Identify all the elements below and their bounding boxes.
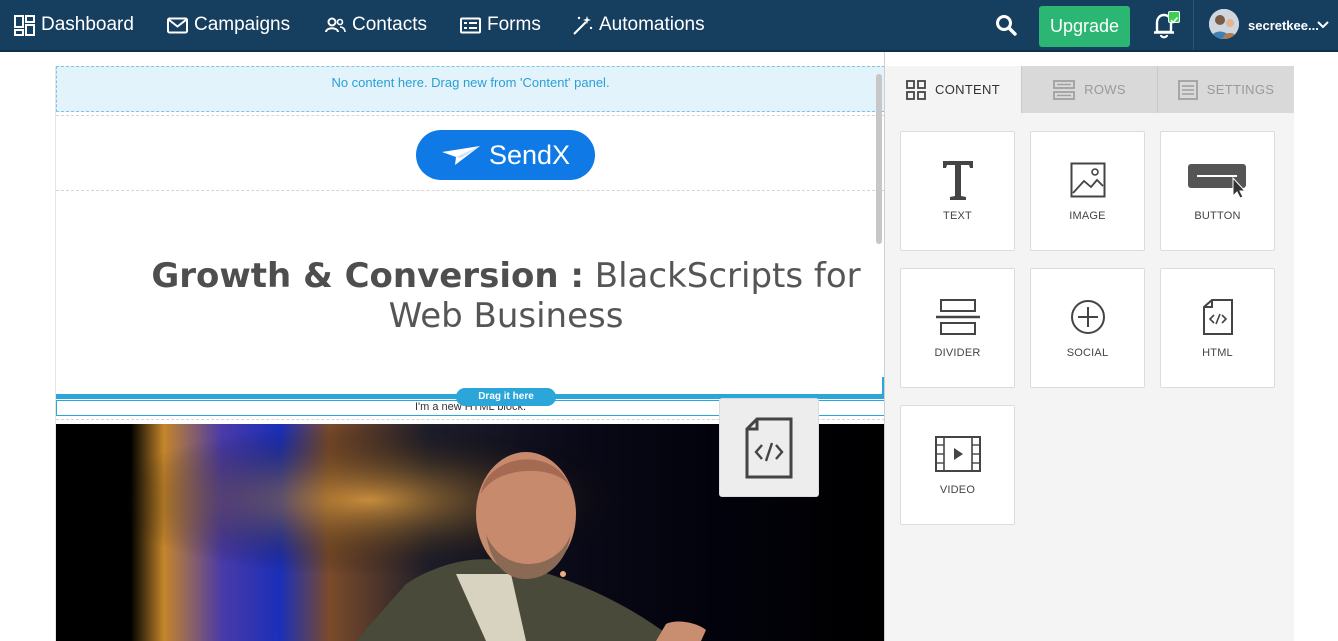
settings-list-icon — [1177, 79, 1198, 100]
html-file-icon — [1202, 299, 1233, 335]
nav-campaigns-label: Campaigns — [194, 14, 291, 35]
upgrade-button[interactable]: Upgrade — [1039, 6, 1130, 47]
tile-label: TEXT — [943, 210, 972, 222]
content-panel: CONTENT ROWS SETTINGS TEXT IMAGE BUTTON … — [885, 66, 1294, 641]
tile-label: VIDEO — [939, 484, 976, 496]
content-tile-html[interactable]: HTML — [1160, 268, 1275, 388]
panel-tabs: CONTENT ROWS SETTINGS — [885, 66, 1294, 113]
users-icon — [325, 17, 346, 32]
tile-label: HTML — [1202, 347, 1233, 359]
canvas-scrollbar[interactable] — [876, 74, 882, 244]
top-navbar: Dashboard Campaigns Contacts Forms Autom… — [0, 0, 1338, 52]
nav-campaigns[interactable]: Campaigns — [167, 0, 290, 50]
magic-wand-icon — [573, 15, 593, 35]
content-tile-image[interactable]: IMAGE — [1030, 131, 1145, 251]
drag-here-tag: Drag it here — [456, 388, 556, 406]
nav-dashboard-label: Dashboard — [41, 14, 134, 35]
button-icon — [1187, 164, 1246, 198]
tab-rows[interactable]: ROWS — [1021, 66, 1157, 113]
tab-rows-label: ROWS — [1084, 82, 1126, 97]
chevron-down-icon[interactable] — [1316, 18, 1330, 32]
tab-settings[interactable]: SETTINGS — [1157, 66, 1294, 113]
heading-bold: Growth & Conversion : — [151, 256, 584, 296]
video-icon — [934, 436, 981, 472]
nav-contacts[interactable]: Contacts — [325, 0, 427, 50]
search-icon[interactable] — [994, 13, 1018, 37]
envelope-icon — [167, 17, 188, 33]
tile-label: BUTTON — [1194, 210, 1241, 222]
tab-content-label: CONTENT — [935, 82, 1000, 97]
tile-label: SOCIAL — [1066, 347, 1109, 359]
image-icon — [1070, 162, 1105, 198]
nav-forms-label: Forms — [487, 14, 541, 35]
check-icon — [1170, 16, 1179, 24]
text-icon — [942, 161, 973, 200]
notification-badge — [1168, 11, 1180, 24]
logo-row[interactable]: SendX — [56, 115, 884, 191]
nav-divider — [1193, 0, 1194, 50]
html-file-icon — [745, 417, 793, 478]
content-tile-text[interactable]: TEXT — [900, 131, 1015, 251]
nav-automations-label: Automations — [599, 14, 705, 35]
content-tile-video[interactable]: VIDEO — [900, 405, 1015, 525]
nav-forms[interactable]: Forms — [460, 0, 541, 50]
grid-icon — [906, 79, 926, 100]
username[interactable]: secretkee... — [1248, 0, 1319, 50]
paper-plane-icon — [441, 146, 480, 165]
rows-icon — [1053, 79, 1076, 100]
email-canvas: No content here. Drag new from 'Content'… — [55, 66, 884, 641]
tile-label: DIVIDER — [934, 347, 981, 359]
sendx-logo[interactable]: SendX — [416, 130, 595, 180]
dragged-html-block[interactable] — [719, 398, 819, 497]
nav-contacts-label: Contacts — [352, 14, 427, 35]
email-heading[interactable]: Growth & Conversion : BlackScripts for W… — [116, 256, 884, 336]
content-tile-social[interactable]: SOCIAL — [1030, 268, 1145, 388]
nav-dashboard[interactable]: Dashboard — [14, 0, 134, 50]
content-tile-button[interactable]: BUTTON — [1160, 131, 1275, 251]
logo-text: SendX — [488, 139, 571, 170]
social-icon — [1070, 300, 1105, 334]
empty-row-dropzone[interactable]: No content here. Drag new from 'Content'… — [56, 66, 884, 112]
tab-settings-label: SETTINGS — [1206, 82, 1275, 97]
tab-content[interactable]: CONTENT — [885, 66, 1021, 113]
avatar-icon — [1209, 9, 1239, 39]
content-tile-divider[interactable]: DIVIDER — [900, 268, 1015, 388]
avatar[interactable] — [1209, 9, 1239, 39]
form-icon — [460, 17, 481, 33]
dashboard-icon — [14, 14, 35, 36]
nav-automations[interactable]: Automations — [572, 0, 705, 50]
tile-label: IMAGE — [1069, 210, 1106, 222]
divider-icon — [935, 299, 980, 335]
